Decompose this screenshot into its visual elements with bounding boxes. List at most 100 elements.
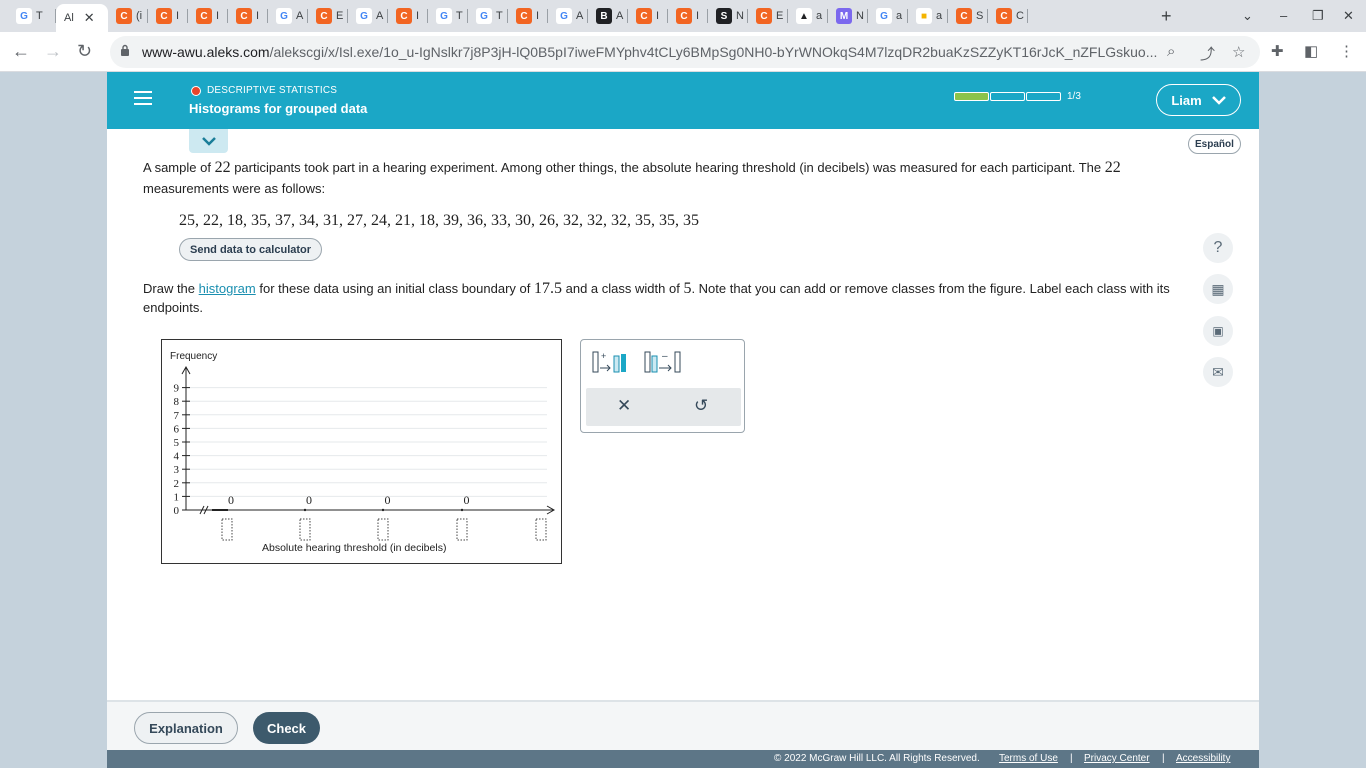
instr-text-3: and a class width of xyxy=(565,281,680,296)
remove-class-icon[interactable]: – xyxy=(644,350,682,374)
boundary-label-input[interactable] xyxy=(299,518,311,541)
accessibility-link[interactable]: Accessibility xyxy=(1176,753,1230,764)
browser-tab[interactable]: CE xyxy=(308,4,348,28)
browser-tab[interactable]: MN xyxy=(828,4,868,28)
mail-icon[interactable]: ✉ xyxy=(1203,357,1233,387)
boundary-label-input[interactable] xyxy=(221,518,233,541)
tab-separator xyxy=(1027,9,1028,23)
bookmark-star-icon[interactable]: ☆ xyxy=(1232,43,1245,61)
tab-favicon-icon: C xyxy=(116,8,132,24)
help-question-icon[interactable]: ? xyxy=(1203,233,1233,263)
browser-tab[interactable]: CI xyxy=(148,4,188,28)
browser-tab[interactable]: CI xyxy=(508,4,548,28)
check-button[interactable]: Check xyxy=(253,712,320,744)
address-bar[interactable]: www-awu.aleks.com/alekscgi/x/Isl.exe/1o_… xyxy=(110,36,1260,68)
instr-text-1: Draw the xyxy=(143,281,196,296)
extensions-icon[interactable]: ✚ xyxy=(1271,42,1284,60)
undo-icon[interactable]: ↺ xyxy=(694,396,708,416)
histogram-link[interactable]: histogram xyxy=(199,281,256,296)
tab-title: a xyxy=(816,10,823,22)
tab-favicon-icon: G xyxy=(556,8,572,24)
restore-icon[interactable]: ❐ xyxy=(1312,8,1324,24)
browser-tab[interactable]: GT xyxy=(428,4,468,28)
browser-tab[interactable]: C (i xyxy=(108,4,148,28)
privacy-link[interactable]: Privacy Center xyxy=(1084,753,1150,764)
tool-actions-bar: ✕ ↺ xyxy=(586,388,741,426)
browser-tab[interactable]: Ga xyxy=(868,4,908,28)
menu-hamburger-icon[interactable] xyxy=(134,91,152,105)
tab-title: E xyxy=(336,10,344,22)
problem-text-2: participants took part in a hearing expe… xyxy=(234,160,1102,175)
forward-arrow-icon[interactable]: → xyxy=(44,41,62,62)
glossary-icon[interactable]: ▣ xyxy=(1203,316,1233,346)
tab-title: I xyxy=(256,10,260,22)
side-panel-icon[interactable]: ◧ xyxy=(1304,42,1318,60)
browser-tab[interactable]: CS xyxy=(948,4,988,28)
browser-tab[interactable]: GT xyxy=(468,4,508,28)
page-title: Histograms for grouped data xyxy=(189,101,368,116)
topic-status-dot xyxy=(191,86,201,96)
explanation-button[interactable]: Explanation xyxy=(134,712,238,744)
browser-tab[interactable]: SN xyxy=(708,4,748,28)
language-button[interactable]: Español xyxy=(1188,134,1241,154)
add-class-icon[interactable]: + xyxy=(592,350,628,374)
y-tick-label: 4 xyxy=(174,451,180,463)
tab-title: I xyxy=(536,10,540,22)
browser-tab[interactable]: CI xyxy=(388,4,428,28)
browser-tab[interactable]: BA xyxy=(588,4,628,28)
tab-favicon-icon: G xyxy=(476,8,492,24)
browser-tab[interactable]: ■ a xyxy=(908,4,948,28)
boundary-label-input[interactable] xyxy=(377,518,389,541)
browser-tab[interactable]: GA xyxy=(268,4,308,28)
browser-tab[interactable]: CC xyxy=(988,4,1028,28)
tab-search-chevron-icon[interactable]: ⌄ xyxy=(1242,8,1253,24)
tab-favicon-icon: C xyxy=(996,8,1012,24)
y-tick-label: 6 xyxy=(174,423,180,435)
reload-icon[interactable]: ↻ xyxy=(77,41,92,62)
browser-tab[interactable]: GT xyxy=(8,4,56,28)
clear-x-icon[interactable]: ✕ xyxy=(617,396,631,416)
divider: | xyxy=(1162,753,1165,764)
browser-tab[interactable]: CI xyxy=(228,4,268,28)
histogram-graph[interactable]: Frequency Absolute hearing threshold (in… xyxy=(161,339,562,564)
progress-bar xyxy=(954,92,1061,101)
url-text: www-awu.aleks.com/alekscgi/x/Isl.exe/1o_… xyxy=(142,44,1162,60)
calculator-icon[interactable]: ▦ xyxy=(1203,274,1233,304)
browser-tab[interactable]: ▲ a xyxy=(788,4,828,28)
new-tab-plus-icon[interactable]: + xyxy=(1161,6,1172,27)
tab-title: Al xyxy=(64,12,74,24)
browser-tab[interactable]: GA xyxy=(548,4,588,28)
tab-favicon-icon: S xyxy=(716,8,732,24)
y-tick-label: 3 xyxy=(174,464,180,476)
boundary-dot xyxy=(303,508,307,512)
back-arrow-icon[interactable]: ← xyxy=(12,41,30,62)
close-tab-icon[interactable]: ✕ xyxy=(84,10,95,26)
collapse-header-button[interactable] xyxy=(189,129,228,153)
boundary-dot xyxy=(381,508,385,512)
tab-title: T xyxy=(456,10,463,22)
share-icon[interactable]: ⤴ xyxy=(1200,43,1215,64)
minimize-icon[interactable]: – xyxy=(1280,8,1287,23)
boundary-label-input[interactable] xyxy=(535,518,547,541)
terms-link[interactable]: Terms of Use xyxy=(999,753,1058,764)
close-window-icon[interactable]: ✕ xyxy=(1343,8,1354,24)
boundary-label-input[interactable] xyxy=(456,518,468,541)
chrome-menu-icon[interactable]: ⋮ xyxy=(1339,42,1354,60)
browser-tab[interactable]: CE xyxy=(748,4,788,28)
histogram-svg[interactable]: Frequency Absolute hearing threshold (in… xyxy=(162,340,561,563)
instructions: Draw the histogram for these data using … xyxy=(143,279,1173,317)
tab-title: A xyxy=(616,10,624,22)
tab-favicon-icon: G xyxy=(16,8,32,24)
browser-tab[interactable]: CI xyxy=(668,4,708,28)
problem-text-1: A sample of xyxy=(143,160,211,175)
sample-size: 22 xyxy=(214,159,231,176)
browser-tab[interactable]: CI xyxy=(628,4,668,28)
send-data-button[interactable]: Send data to calculator xyxy=(179,238,323,261)
user-menu-button[interactable]: Liam xyxy=(1156,84,1241,116)
browser-tab-active[interactable]: Al ✕ xyxy=(56,4,108,32)
browser-tab[interactable]: GA xyxy=(348,4,388,28)
tab-favicon-icon: C xyxy=(236,8,252,24)
browser-tab[interactable]: CI xyxy=(188,4,228,28)
tab-title: I xyxy=(416,10,420,22)
zoom-icon[interactable]: ⌕ xyxy=(1167,43,1175,60)
